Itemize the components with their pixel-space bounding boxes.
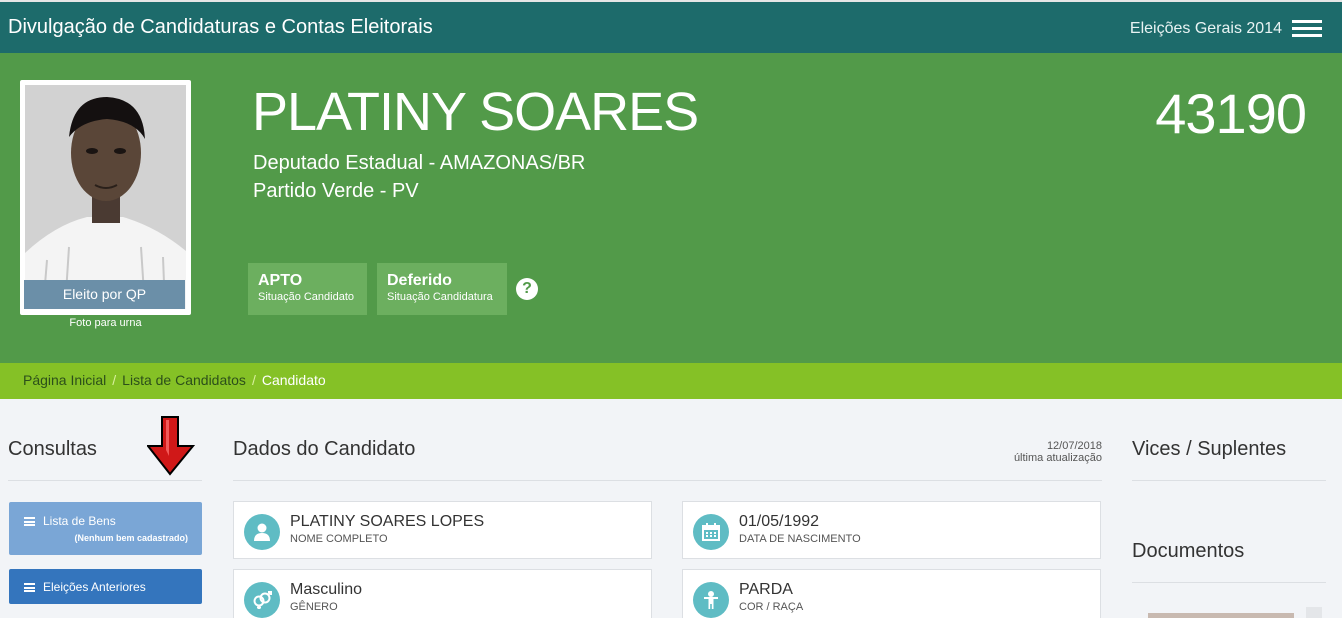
consultas-divider (8, 480, 202, 481)
previous-elections-button[interactable]: Eleições Anteriores (9, 569, 202, 604)
person-icon (693, 582, 729, 618)
info-card-birth-date: 01/05/1992 DATA DE NASCIMENTO (682, 501, 1101, 559)
status-candidacy-label: Situação Candidatura (387, 291, 493, 303)
user-icon (244, 514, 280, 550)
birth-date-value: 01/05/1992 (739, 513, 820, 530)
assets-list-label: Lista de Bens (43, 514, 116, 528)
photo-caption: Foto para urna (69, 317, 142, 329)
candidate-name: PLATINY SOARES (252, 82, 699, 142)
race-value: PARDA (739, 581, 793, 598)
vices-divider (1132, 480, 1326, 481)
gender-label: GÊNERO (290, 601, 338, 613)
race-label: COR / RAÇA (739, 601, 804, 613)
calendar-icon (693, 514, 729, 550)
breadcrumb-home[interactable]: Página Inicial (23, 372, 106, 388)
breadcrumb-current: Candidato (261, 372, 326, 388)
update-date: 12/07/2018 (1046, 440, 1102, 452)
assets-list-button[interactable]: Lista de Bens (Nenhum bem cadastrado) (9, 502, 202, 555)
help-icon[interactable]: ? (516, 278, 538, 300)
previous-elections-label: Eleições Anteriores (43, 580, 146, 594)
assets-list-note: (Nenhum bem cadastrado) (74, 533, 188, 543)
app-title[interactable]: Divulgação de Candidaturas e Contas Elei… (8, 16, 433, 39)
breadcrumb-separator: / (112, 372, 117, 388)
status-candidate-value: APTO (258, 272, 303, 289)
red-arrow-down-icon (147, 416, 195, 476)
gender-icon (244, 582, 280, 618)
candidate-data-heading: Dados do Candidato (233, 438, 416, 460)
status-candidacy-box: Deferido Situação Candidatura (377, 263, 507, 315)
breadcrumb-separator: / (251, 372, 256, 388)
list-icon (24, 583, 35, 592)
info-card-gender: Masculino GÊNERO (233, 569, 652, 618)
status-candidate-box: APTO Situação Candidato (248, 263, 367, 315)
elected-badge: Eleito por QP (24, 280, 185, 309)
menu-icon[interactable] (1292, 19, 1322, 39)
vices-heading: Vices / Suplentes (1132, 438, 1287, 460)
update-label: última atualização (1013, 452, 1102, 464)
status-candidate-label: Situação Candidato (258, 291, 355, 303)
breadcrumb: Página Inicial / Lista de Candidatos / Candi… (0, 363, 1342, 399)
info-card-race: PARDA COR / RAÇA (682, 569, 1101, 618)
candidate-data-divider (233, 480, 1102, 481)
info-card-full-name: PLATINY SOARES LOPES NOME COMPLETO (233, 501, 652, 559)
update-info: 12/07/2018 última atualização (950, 440, 1102, 464)
list-icon (24, 517, 35, 526)
consultas-heading: Consultas (8, 438, 97, 460)
document-thumbnail[interactable] (1148, 613, 1294, 618)
candidate-party: Partido Verde - PV (253, 180, 419, 202)
documents-divider (1132, 582, 1326, 583)
status-candidacy-value: Deferido (387, 272, 452, 289)
gender-value: Masculino (290, 581, 363, 598)
documents-heading: Documentos (1132, 540, 1245, 562)
full-name-value: PLATINY SOARES LOPES (290, 513, 485, 530)
top-navbar: Divulgação de Candidaturas e Contas Elei… (0, 0, 1342, 53)
birth-date-label: DATA DE NASCIMENTO (739, 533, 861, 545)
candidate-office: Deputado Estadual - AMAZONAS/BR (253, 152, 586, 174)
candidate-photo (25, 85, 186, 309)
documents-scroll-button[interactable] (1306, 607, 1322, 618)
breadcrumb-candidate-list[interactable]: Lista de Candidatos (122, 372, 246, 388)
candidate-number: 43190 (1155, 82, 1307, 145)
candidate-header: Eleito por QP Foto para urna PLATINY SOA… (0, 53, 1342, 363)
full-name-label: NOME COMPLETO (290, 533, 388, 545)
candidate-photo-card: Eleito por QP (20, 80, 191, 315)
election-label: Eleições Gerais 2014 (1129, 20, 1282, 37)
